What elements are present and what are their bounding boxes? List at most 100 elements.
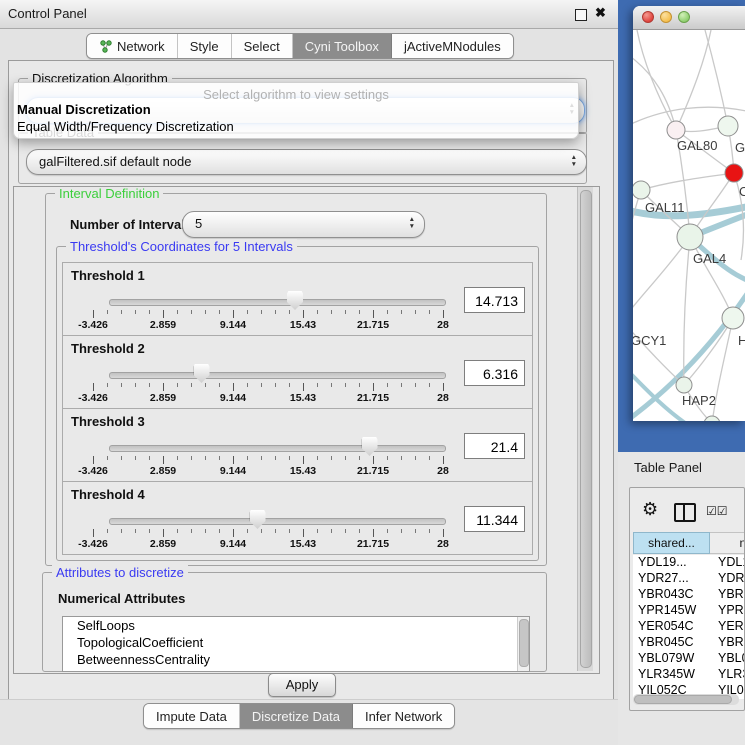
tab-select[interactable]: Select <box>232 34 293 58</box>
table-scrollbar-thumb[interactable] <box>634 695 732 704</box>
tab-label: Discretize Data <box>252 709 340 724</box>
menu-item-manual-discretization[interactable]: Manual Discretization <box>17 102 151 117</box>
combo-arrows-icon: ▲▼ <box>571 154 577 168</box>
node-label-gcy1: GCY1 <box>633 333 666 348</box>
attribute-item-betweennesscentrality[interactable]: BetweennessCentrality <box>63 651 529 668</box>
slider-thumb[interactable] <box>194 364 210 383</box>
tab-impute-data[interactable]: Impute Data <box>144 704 240 728</box>
tick-label: 28 <box>437 465 449 477</box>
slider-thumb[interactable] <box>250 510 266 529</box>
node-label-gal11: GAL11 <box>645 200 685 215</box>
tab-jactivemnodules[interactable]: jActiveMNodules <box>392 34 513 58</box>
cell-name: YBL0 <box>710 651 745 667</box>
network-node[interactable] <box>677 224 703 250</box>
slider-track[interactable] <box>109 445 446 452</box>
slider-track[interactable] <box>109 299 446 306</box>
slider-track[interactable] <box>109 518 446 525</box>
cell-shared-name: YBL079W <box>633 651 710 667</box>
cell-shared-name: YER054C <box>633 619 710 635</box>
table-row[interactable]: YBR045CYBR0 <box>633 635 745 651</box>
tick-label: 15.43 <box>290 319 316 331</box>
cell-name: YPR1 <box>710 603 745 619</box>
column-layout-icon[interactable] <box>674 503 696 522</box>
network-node[interactable] <box>722 307 744 329</box>
tick-label: 28 <box>437 319 449 331</box>
slider-thumb[interactable] <box>287 291 303 310</box>
table-row[interactable]: YLR345WYLR3 <box>633 667 745 683</box>
column-header-shared-name[interactable]: shared... <box>633 532 710 554</box>
tick-label: 28 <box>437 392 449 404</box>
minimize-traffic-light-icon[interactable] <box>660 11 672 23</box>
table-row[interactable]: YDL19...YDL1 <box>633 555 745 571</box>
table-row[interactable]: YPR145WYPR1 <box>633 603 745 619</box>
tab-style[interactable]: Style <box>178 34 232 58</box>
cell-name: YER0 <box>710 619 745 635</box>
attribute-item-topologicalcoefficient[interactable]: TopologicalCoefficient <box>63 634 529 651</box>
threshold-panel-2: Threshold 2-3.4262.8599.14415.4321.71528… <box>62 335 533 409</box>
network-node[interactable] <box>633 181 650 199</box>
threshold-value-field[interactable]: 14.713 <box>464 287 525 313</box>
attributes-group-label: Attributes to discretize <box>52 565 188 580</box>
slider-track[interactable] <box>109 372 446 379</box>
cell-shared-name: YPR145W <box>633 603 710 619</box>
tick-label: 2.859 <box>150 538 176 550</box>
tick-label: 15.43 <box>290 538 316 550</box>
table-row[interactable]: YBR043CYBR0 <box>633 587 745 603</box>
desktop-background: GAL80GACGAL11GAL4GCY1HHAP2 <box>618 0 745 452</box>
list-scrollbar-thumb[interactable] <box>519 619 529 667</box>
network-node[interactable] <box>725 164 743 182</box>
column-header-name[interactable]: name <box>710 532 745 554</box>
tab-label: Impute Data <box>156 709 227 724</box>
number-of-intervals-combobox[interactable]: 5 ▲▼ <box>182 211 425 238</box>
checkbox-options-icon[interactable]: ☑☑ <box>706 504 728 518</box>
cell-name: YBR0 <box>710 635 745 651</box>
tab-infer-network[interactable]: Infer Network <box>353 704 454 728</box>
network-node[interactable] <box>676 377 692 393</box>
table-data-combobox-value: galFiltered.sif default node <box>39 154 191 169</box>
threshold-value-field[interactable]: 21.4 <box>464 433 525 459</box>
threshold-value-field[interactable]: 6.316 <box>464 360 525 386</box>
cell-name: YDR2 <box>710 571 745 587</box>
threshold-label: Threshold 3 <box>71 414 145 429</box>
attribute-item-selfloops[interactable]: SelfLoops <box>63 617 529 634</box>
numerical-attributes-list[interactable]: SelfLoopsTopologicalCoefficientBetweenne… <box>62 616 530 672</box>
list-scrollbar[interactable] <box>517 617 529 671</box>
table-row[interactable]: YDR27...YDR2 <box>633 571 745 587</box>
right-column: GAL80GACGAL11GAL4GCY1HHAP2 Table Panel ⚙… <box>618 0 745 745</box>
table-horizontal-scrollbar[interactable] <box>633 694 739 705</box>
tab-discretize-data[interactable]: Discretize Data <box>240 704 353 728</box>
apply-button[interactable]: Apply <box>268 673 336 697</box>
tick-label: 9.144 <box>220 319 246 331</box>
table-data-combobox[interactable]: galFiltered.sif default node ▲▼ <box>26 149 587 175</box>
thresholds-group-label: Threshold's Coordinates for 5 Intervals <box>66 239 297 254</box>
network-node[interactable] <box>718 116 738 136</box>
panel-title: Control Panel <box>8 6 87 21</box>
tab-label: Infer Network <box>365 709 442 724</box>
tab-cyni-toolbox[interactable]: Cyni Toolbox <box>293 34 392 58</box>
tick-label: 2.859 <box>150 319 176 331</box>
gear-icon[interactable]: ⚙ <box>642 499 658 520</box>
node-label-c: C <box>739 184 745 199</box>
network-window-titlebar[interactable] <box>633 6 745 30</box>
close-traffic-light-icon[interactable] <box>642 11 654 23</box>
network-canvas[interactable]: GAL80GACGAL11GAL4GCY1HHAP2 <box>633 30 745 421</box>
network-edge <box>641 173 734 190</box>
table-row[interactable]: YER054CYER0 <box>633 619 745 635</box>
float-window-icon[interactable] <box>575 9 587 21</box>
settings-vertical-scrollbar[interactable] <box>577 187 593 671</box>
slider-major-ticks <box>93 383 445 391</box>
zoom-traffic-light-icon[interactable] <box>678 11 690 23</box>
algorithm-dropdown-popup: Select algorithm to view settings Manual… <box>13 82 579 139</box>
network-graph: GAL80GACGAL11GAL4GCY1HHAP2 <box>633 30 745 421</box>
tab-network[interactable]: Network <box>87 34 178 58</box>
menu-item-equal-width-frequency[interactable]: Equal Width/Frequency Discretization <box>17 119 234 134</box>
table-row[interactable]: YBL079WYBL0 <box>633 651 745 667</box>
slider-major-ticks <box>93 310 445 318</box>
close-icon[interactable]: ✖ <box>595 5 606 21</box>
network-node[interactable] <box>667 121 685 139</box>
scrollbar-thumb[interactable] <box>580 190 592 668</box>
slider-thumb[interactable] <box>362 437 378 456</box>
node-label-ga: GA <box>735 140 745 155</box>
threshold-value-field[interactable]: 11.344 <box>464 506 525 532</box>
tick-label: 2.859 <box>150 392 176 404</box>
